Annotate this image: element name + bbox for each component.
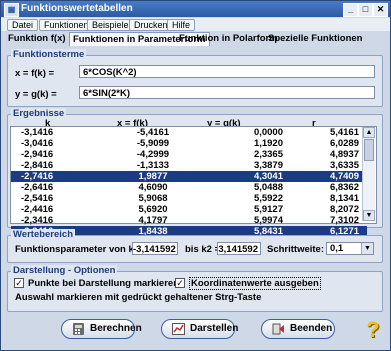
calculator-icon [72, 323, 85, 335]
table-cell: 6,8362 [329, 182, 359, 193]
table-cell: -3,1416 [21, 127, 54, 138]
table-cell: -2,6416 [21, 182, 54, 193]
table-row[interactable]: -2,6416 4,6090 5,0488 6,8362 [11, 182, 367, 193]
beenden-button[interactable]: Beenden [261, 319, 335, 339]
step-value: 0,1 [330, 243, 344, 254]
table-cell: 1,1920 [253, 138, 283, 149]
table-cell: -4,2999 [136, 149, 170, 160]
close-button[interactable]: ✕ [373, 3, 388, 17]
opt2-checkbox[interactable]: ✓ [175, 278, 185, 288]
darstellen-button[interactable]: Darstellen [161, 319, 239, 339]
menu-drucken[interactable]: Drucken [129, 19, 173, 31]
funktionsterme-group [7, 55, 383, 107]
table-cell: 5,5922 [253, 193, 283, 204]
table-cell: -2,7416 [11, 171, 109, 182]
table-cell: 4,7409 [295, 171, 367, 182]
table-cell: 6,0289 [329, 138, 359, 149]
table-row[interactable]: -3,1416 -5,4161 0,0000 5,4161 [11, 127, 367, 138]
table-cell: 5,9127 [253, 204, 283, 215]
darstellen-label: Darstellen [190, 323, 239, 334]
table-cell: 4,6090 [138, 182, 168, 193]
table-cell: -2,4416 [21, 204, 54, 215]
table-cell: 5,6920 [138, 204, 168, 215]
table-cell: 8,2072 [329, 204, 359, 215]
table-cell: 2,3365 [253, 149, 283, 160]
table-cell: 4,1797 [138, 215, 168, 226]
tab-spezielle-funktionen[interactable]: Spezielle Funktionen [265, 32, 366, 45]
k1-input[interactable]: -3,141592 [132, 242, 178, 255]
scroll-up-icon[interactable]: ▲ [363, 127, 375, 138]
menu-funktionen[interactable]: Funktionen [39, 19, 94, 31]
app-icon: ▦ [4, 3, 19, 17]
table-cell: -2,5416 [21, 193, 54, 204]
maximize-button[interactable]: □ [358, 3, 373, 17]
app-window: ▦ Funktionswertetabellen _ □ ✕ Datei Fun… [0, 0, 391, 351]
table-cell: 5,4161 [329, 127, 359, 138]
k2-input[interactable]: 3,141592 [217, 242, 261, 255]
table-cell: 7,3102 [329, 215, 359, 226]
table-cell: 4,3041 [197, 171, 295, 182]
opt1-label: Punkte bei Darstellung markieren [28, 278, 179, 289]
table-cell: -2,3416 [21, 215, 54, 226]
table-row[interactable]: -2,5416 5,9068 5,5922 8,1341 [11, 193, 367, 204]
title-bar: ▦ Funktionswertetabellen _ □ ✕ [1, 1, 390, 17]
wertebereich-label: Wertebereich [11, 229, 76, 240]
menu-datei[interactable]: Datei [7, 19, 39, 31]
menu-bar: Datei Funktionen Beispiele Drucken Hilfe [1, 18, 390, 31]
table-cell: 3,3879 [253, 160, 283, 171]
ergebnisse-label: Ergebnisse [11, 108, 67, 119]
berechnen-label: Berechnen [90, 323, 142, 334]
table-cell: -5,9099 [136, 138, 170, 149]
table-row[interactable]: -2,3416 4,1797 5,9974 7,3102 [11, 215, 367, 226]
table-cell: 5,0488 [253, 182, 283, 193]
step-label: Schrittweite: [267, 244, 325, 255]
k2-label: bis k2 = [185, 244, 221, 255]
selection-hint: Auswahl markieren mit gedrückt gehaltene… [15, 292, 262, 303]
y-term-input[interactable]: 6*SIN(2*K) [79, 86, 375, 99]
table-cell: 3,6335 [329, 160, 359, 171]
table-cell: 5,9068 [138, 193, 168, 204]
menu-hilfe[interactable]: Hilfe [167, 19, 196, 31]
table-row[interactable]: -2,9416 -4,2999 2,3365 4,8937 [11, 149, 367, 160]
tab-funktion-fx[interactable]: Funktion f(x) [5, 32, 69, 45]
table-cell: 8,1341 [329, 193, 359, 204]
table-row[interactable]: -2,7416 1,9877 4,3041 4,7409 [11, 171, 367, 182]
y-term-label: y = g(k) = [15, 89, 57, 100]
berechnen-button[interactable]: Berechnen [61, 319, 142, 339]
beenden-label: Beenden [290, 323, 333, 334]
tab-strip: Funktion f(x) Funktionen in Parameterfor… [1, 32, 390, 46]
table-cell: 0,0000 [253, 127, 283, 138]
x-term-input[interactable]: 6*COS(K^2) [79, 65, 375, 78]
table-cell: -3,0416 [21, 138, 54, 149]
menu-beispiele[interactable]: Beispiele [87, 19, 134, 31]
help-question-icon[interactable]: ? [361, 318, 385, 342]
window-title: Funktionswertetabellen [21, 3, 133, 14]
opt2-label: Koordinatenwerte ausgeben [189, 277, 321, 290]
opt1-checkbox[interactable]: ✓ [14, 278, 24, 288]
table-cell: -5,4161 [136, 127, 170, 138]
table-cell: 5,9974 [253, 215, 283, 226]
table-cell: -2,9416 [21, 149, 54, 160]
table-cell: -2,8416 [21, 160, 54, 171]
table-row[interactable]: -2,4416 5,6920 5,9127 8,2072 [11, 204, 367, 215]
funktionsterme-label: Funktionsterme [11, 49, 87, 60]
x-term-label: x = f(k) = [15, 68, 55, 79]
table-row[interactable]: -2,8416 -1,3133 3,3879 3,6335 [11, 160, 367, 171]
scroll-down-icon[interactable]: ▼ [363, 210, 375, 221]
chevron-down-icon: ▼ [361, 243, 373, 254]
table-row[interactable]: -3,0416 -5,9099 1,1920 6,0289 [11, 138, 367, 149]
table-cell: -1,3133 [136, 160, 170, 171]
darstellung-label: Darstellung - Optionen [11, 265, 118, 276]
chart-icon [172, 323, 185, 335]
exit-icon [272, 323, 285, 335]
scroll-thumb[interactable] [364, 139, 374, 161]
results-scrollbar[interactable]: ▲ ▼ [362, 127, 375, 221]
k1-label: Funktionsparameter von k1 = [15, 244, 148, 255]
table-cell: 4,8937 [329, 149, 359, 160]
minimize-button[interactable]: _ [343, 3, 358, 17]
step-select[interactable]: 0,1 ▼ [326, 242, 374, 255]
table-cell: 1,9877 [109, 171, 197, 182]
